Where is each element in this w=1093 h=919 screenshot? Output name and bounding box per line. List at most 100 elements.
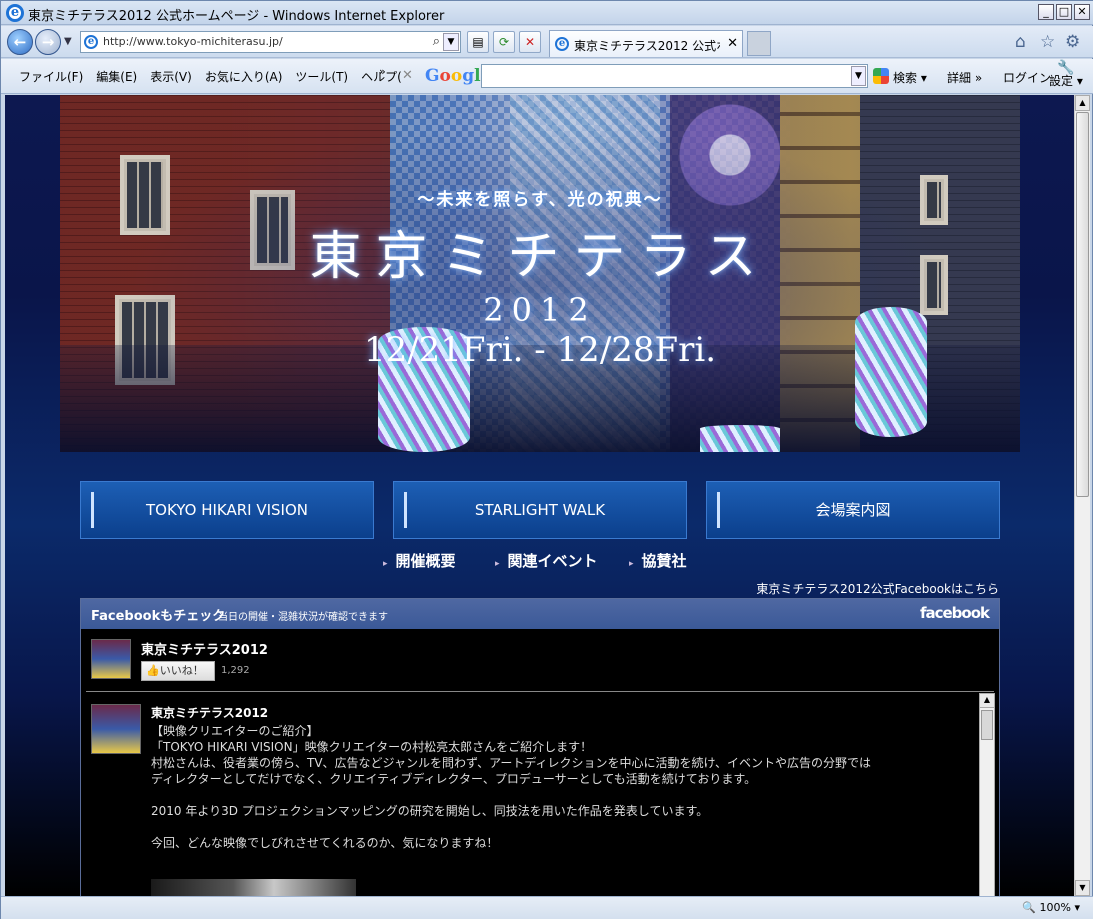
forward-icon[interactable]: →: [35, 29, 61, 55]
tokyo-hikari-vision-button[interactable]: TOKYO HIKARI VISION: [80, 481, 374, 539]
address-bar[interactable]: e http://www.tokyo-michiterasu.jp/ ⌕ ▼: [80, 31, 461, 53]
search-icon[interactable]: ⌕: [433, 34, 440, 49]
google-search-icon: [873, 68, 889, 84]
close-window-button[interactable]: ✕: [1074, 4, 1090, 20]
menu-view[interactable]: 表示(V): [150, 68, 192, 85]
navigation-bar: ← → ▼ e http://www.tokyo-michiterasu.jp/…: [1, 26, 1093, 58]
menu-bar: ファイル(F) 編集(E) 表示(V) お気に入り(A) ツール(T) ヘルプ(: [19, 68, 415, 85]
post-avatar[interactable]: [91, 704, 141, 754]
hero-year: 2012: [483, 291, 597, 329]
menu-edit[interactable]: 編集(E): [96, 68, 137, 85]
subnav-events[interactable]: ▸ 関連イベント: [495, 550, 598, 571]
post-body: 【映像クリエイターのご紹介】 「TOKYO HIKARI VISION」映像クリ…: [151, 723, 971, 851]
details-label: 詳細: [947, 71, 972, 85]
menu-file[interactable]: ファイル(F): [19, 68, 83, 85]
post-line: 2010 年より3D プロジェクションマッピングの研究を開始し、同技法を用いた作…: [151, 804, 709, 818]
history-dropdown-icon[interactable]: ▼: [64, 36, 72, 47]
facebook-scrollbar[interactable]: ▲: [979, 693, 995, 896]
compat-view-icon[interactable]: ▤: [467, 31, 489, 53]
subnav-overview-label: 開催概要: [395, 552, 456, 570]
post-line: ディレクターとしてだけでなく、クリエイティブディレクター、プロデューサーとしても…: [151, 772, 757, 786]
post-image[interactable]: [151, 879, 356, 896]
tab-close-icon[interactable]: ✕: [727, 36, 738, 51]
tab-favicon-icon: e: [555, 37, 569, 51]
browser-tab[interactable]: e 東京ミチテラス2012 公式ホー... ✕: [549, 30, 743, 57]
page-name[interactable]: 東京ミチテラス2012: [141, 639, 268, 658]
address-input[interactable]: http://www.tokyo-michiterasu.jp/: [103, 35, 283, 48]
refresh-icon[interactable]: ⟳: [493, 31, 515, 53]
facebook-header-title: Facebookもチェック: [91, 609, 226, 624]
login-button[interactable]: ログイン: [1003, 69, 1051, 86]
post-line: 今回、どんな映像でしびれさせてくれるのか、気になりますね！: [151, 836, 499, 850]
bullet-icon: ▸: [495, 559, 500, 569]
bullet-icon: ▸: [383, 559, 388, 569]
scroll-thumb[interactable]: [1076, 112, 1089, 497]
like-button[interactable]: 👍いいね！: [141, 661, 215, 681]
facebook-post: 東京ミチテラス2012 【映像クリエイターのご紹介】 「TOKYO HIKARI…: [86, 692, 979, 896]
facebook-widget: Facebookもチェック 当日の開催・混雑状況が確認できます facebook…: [80, 598, 1000, 896]
zoom-level: 100%: [1039, 901, 1071, 914]
zoom-control[interactable]: 🔍 100% ▾: [1022, 901, 1080, 914]
back-icon[interactable]: ←: [7, 29, 33, 55]
page-avatar[interactable]: [91, 639, 131, 679]
post-line: 「TOKYO HIKARI VISION」映像クリエイターの村松亮太郎さんをご紹…: [151, 740, 593, 754]
menu-favorites[interactable]: お気に入り(A): [205, 68, 283, 85]
hero-subtitle: 〜未来を照らす、光の祝典〜: [417, 190, 663, 210]
post-line: 【映像クリエイターのご紹介】: [151, 724, 319, 738]
google-dropdown-icon[interactable]: ▼: [851, 66, 866, 86]
stop-icon[interactable]: ✕: [519, 31, 541, 53]
page-scrollbar[interactable]: ▲ ▼: [1074, 95, 1090, 896]
browser-window: e 東京ミチテラス2012 公式ホームページ - Windows Interne…: [0, 0, 1093, 919]
page-content: 〜未来を照らす、光の祝典〜 東京ミチテラス 2012 12/21Fri. - 1…: [5, 95, 1074, 896]
settings-button[interactable]: 🔧 設定 ▾: [1049, 61, 1083, 88]
venue-map-button[interactable]: 会場案内図: [706, 481, 1000, 539]
zoom-icon: 🔍: [1022, 901, 1037, 914]
post-author[interactable]: 東京ミチテラス2012: [151, 704, 268, 721]
hero-dates: 12/21Fri. - 12/28Fri.: [363, 330, 717, 370]
hero-banner: 〜未来を照らす、光の祝典〜 東京ミチテラス 2012 12/21Fri. - 1…: [60, 95, 1020, 452]
menu-tools[interactable]: ツール(T): [295, 68, 348, 85]
minimize-button[interactable]: _: [1038, 4, 1054, 20]
title-bar: e 東京ミチテラス2012 公式ホームページ - Windows Interne…: [1, 1, 1093, 25]
page-favicon-icon: e: [84, 35, 98, 49]
facebook-header: Facebookもチェック 当日の開催・混雑状況が確認できます facebook: [81, 599, 999, 629]
new-tab-button[interactable]: [747, 31, 771, 56]
scroll-up-icon[interactable]: ▲: [1075, 95, 1090, 111]
light-lantern: [700, 425, 780, 452]
post-line: 村松さんは、役者業の傍ら、TV、広告などジャンルを問わず、アートディレクションを…: [151, 756, 871, 770]
tab-title: 東京ミチテラス2012 公式ホー...: [574, 39, 720, 53]
google-search-button[interactable]: 検索 ▾: [893, 69, 927, 86]
facebook-logo[interactable]: facebook: [920, 604, 990, 622]
post-line: [151, 819, 971, 835]
post-line: [151, 787, 971, 803]
details-button[interactable]: 詳細 »: [947, 69, 982, 86]
ie-logo-icon: e: [6, 4, 24, 22]
window-title: 東京ミチテラス2012 公式ホームページ - Windows Internet …: [28, 9, 445, 24]
command-bar: ファイル(F) 編集(E) 表示(V) お気に入り(A) ツール(T) ヘルプ(…: [1, 59, 1093, 94]
favorites-star-icon[interactable]: ☆: [1040, 32, 1055, 52]
subnav-overview[interactable]: ▸ 開催概要: [383, 550, 456, 571]
facebook-page-link[interactable]: 東京ミチテラス2012公式Facebookはこちら: [756, 580, 999, 597]
address-dropdown-icon[interactable]: ▼: [443, 33, 459, 51]
google-search-label: 検索: [893, 71, 918, 85]
scroll-thumb[interactable]: [981, 710, 993, 740]
toolbar-close-icon[interactable]: ✕: [402, 68, 413, 83]
like-count: 1,292: [221, 665, 250, 676]
bullet-icon: ▸: [629, 559, 634, 569]
facebook-header-note: 当日の開催・混雑状況が確認できます: [218, 612, 388, 623]
subnav-sponsors[interactable]: ▸ 協賛社: [629, 550, 687, 571]
home-icon[interactable]: ⌂: [1015, 32, 1026, 52]
google-search-input[interactable]: ▼: [481, 64, 868, 88]
subnav-sponsors-label: 協賛社: [641, 552, 687, 570]
maximize-button[interactable]: □: [1056, 4, 1072, 20]
hero-title: 東京ミチテラス: [309, 227, 771, 287]
settings-label: 設定: [1049, 74, 1074, 88]
scroll-down-icon[interactable]: ▼: [1075, 880, 1090, 896]
starlight-walk-button[interactable]: STARLIGHT WALK: [393, 481, 687, 539]
gear-icon[interactable]: ⚙: [1065, 32, 1080, 52]
thumbs-up-icon: 👍: [146, 664, 160, 677]
menu-overflow-icon[interactable]: »: [379, 65, 386, 78]
scroll-up-icon[interactable]: ▲: [980, 694, 994, 708]
status-bar: 🔍 100% ▾: [1, 896, 1093, 919]
window-controls: _ □ ✕: [1038, 4, 1090, 20]
